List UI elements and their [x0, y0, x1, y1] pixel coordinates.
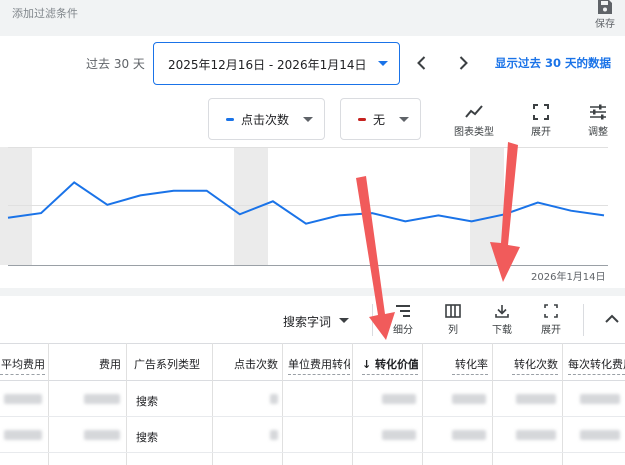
expand-chart-button[interactable]: 展开 [525, 104, 557, 138]
metric-selector-none[interactable]: 无 [340, 98, 421, 140]
table-header-row: 平均费用 费用 广告系列类型 点击次数 单位费用转化 ↓ 转化价值 转化率 转化… [0, 343, 625, 381]
dropdown-caret-icon [303, 117, 313, 122]
section-separator [0, 288, 625, 296]
line-chart-icon [465, 105, 483, 118]
breakdown-button[interactable]: 细分 [388, 304, 418, 336]
redacted-value [452, 394, 486, 404]
redacted-value [580, 430, 620, 440]
columns-button[interactable]: 列 [440, 304, 466, 336]
redacted-value [516, 394, 556, 404]
save-label: 保存 [595, 19, 615, 30]
chevron-left-icon[interactable] [412, 53, 432, 73]
filter-bar: 添加过滤条件 保存 [0, 0, 625, 36]
columns-icon [445, 304, 461, 318]
save-icon [598, 0, 612, 14]
date-preset-label: 过去 30 天 [86, 57, 145, 71]
tune-icon [590, 104, 606, 120]
series-color-swatch [358, 118, 366, 121]
download-button[interactable]: 下载 [488, 304, 516, 336]
col-header-avg-cost[interactable]: 平均费用 [0, 356, 45, 372]
chart-type-label: 图表类型 [454, 127, 494, 138]
download-icon [495, 305, 509, 318]
download-label: 下载 [492, 325, 512, 336]
x-axis-end-label: 2026年1月14日 [531, 272, 606, 283]
metric-selector-clicks[interactable]: 点击次数 [208, 98, 325, 140]
show-period-link[interactable]: 显示过去 30 天的数据 [495, 55, 611, 71]
chevron-right-icon[interactable] [453, 53, 473, 73]
date-range-value: 2025年12月16日 - 2026年1月14日 [168, 58, 367, 72]
table-row[interactable]: 搜索 [0, 417, 625, 453]
breakdown-label: 细分 [393, 325, 413, 336]
breakdown-icon [396, 305, 410, 317]
campaign-type-cell: 搜索 [136, 431, 158, 444]
col-header-cost-per-conv[interactable]: 每次转化费用 [568, 356, 625, 372]
header-underline [362, 374, 418, 375]
chart-type-button[interactable]: 图表类型 [450, 104, 498, 138]
table-row[interactable]: 搜索 [0, 381, 625, 417]
chevron-down-icon [378, 61, 388, 66]
columns-label: 列 [448, 325, 458, 336]
redacted-value [4, 394, 42, 404]
series-color-swatch [226, 118, 234, 121]
expand-label: 展开 [531, 127, 551, 138]
redacted-value [84, 394, 120, 404]
redacted-value [270, 430, 278, 440]
redacted-value [84, 430, 120, 440]
add-filter-link[interactable]: 添加过滤条件 [12, 5, 78, 21]
header-underline [0, 374, 45, 375]
col-header-clicks[interactable]: 点击次数 [228, 356, 278, 372]
header-underline [568, 374, 625, 375]
expand-table-button[interactable]: 展开 [536, 304, 566, 336]
dropdown-caret-icon [339, 318, 349, 323]
expand-icon [544, 304, 558, 318]
col-header-conv-rate[interactable]: 转化率 [452, 356, 488, 372]
col-header-campaign-type[interactable]: 广告系列类型 [134, 356, 210, 372]
clicks-series-line [7, 181, 605, 225]
header-underline [452, 374, 488, 375]
redacted-value [382, 394, 416, 404]
col-header-cost[interactable]: 费用 [96, 356, 121, 372]
col-header-value-per-cost[interactable]: 单位费用转化 [288, 356, 350, 372]
redacted-value [580, 394, 620, 404]
search-term-label: 搜索字词 [283, 315, 332, 329]
redacted-value [382, 430, 416, 440]
clicks-line-chart [0, 147, 608, 266]
dropdown-caret-icon [399, 117, 409, 122]
save-button[interactable]: 保存 [588, 0, 622, 34]
chevron-up-icon[interactable] [604, 313, 620, 325]
search-term-dropdown[interactable]: 搜索字词 [283, 313, 349, 330]
col-header-conv-value[interactable]: ↓ 转化价值 [362, 356, 418, 372]
adjust-label: 调整 [588, 127, 608, 138]
redacted-value [452, 430, 486, 440]
header-underline [512, 374, 558, 375]
toolbar-divider [372, 304, 373, 336]
campaign-type-cell: 搜索 [136, 395, 158, 408]
metric-label: 无 [373, 113, 386, 127]
adjust-button[interactable]: 调整 [582, 104, 614, 138]
redacted-value [516, 430, 556, 440]
expand-icon [533, 104, 549, 120]
redacted-value [270, 394, 278, 404]
metric-label: 点击次数 [241, 113, 290, 127]
col-header-conversions[interactable]: 转化次数 [512, 356, 558, 372]
header-underline [288, 374, 350, 375]
redacted-value [4, 430, 42, 440]
toolbar-divider [583, 304, 584, 336]
date-range-picker[interactable]: 2025年12月16日 - 2026年1月14日 [153, 42, 400, 85]
expand-table-label: 展开 [541, 325, 561, 336]
